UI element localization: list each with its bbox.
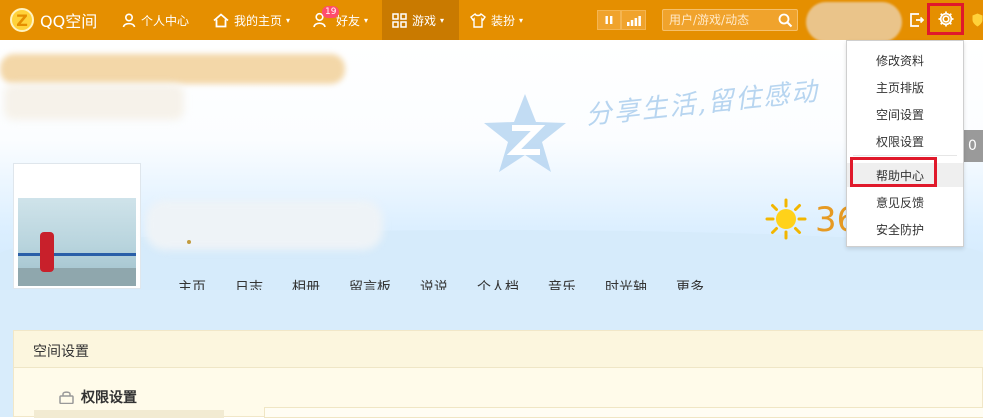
settings-dropdown-menu: 修改资料 主页排版 空间设置 权限设置 帮助中心 意见反馈 安全防护 xyxy=(846,40,964,247)
signal-button[interactable] xyxy=(621,10,646,30)
panel-title: 空间设置 xyxy=(33,344,89,360)
nav-friends-label: 好友 xyxy=(336,13,361,28)
photo-rail xyxy=(18,253,136,256)
search-input[interactable] xyxy=(667,12,775,28)
permission-settings-label: 权限设置 xyxy=(81,390,137,406)
help-center-highlight xyxy=(850,157,937,187)
qzone-logo-icon: Z xyxy=(10,8,34,32)
side-counter-tab[interactable]: 0 xyxy=(962,130,983,162)
status-dot xyxy=(187,240,191,244)
photo-ground xyxy=(18,268,136,286)
nav-dressup[interactable]: 装扮 ▾ xyxy=(470,0,523,40)
menu-item-space-settings[interactable]: 空间设置 xyxy=(847,102,963,126)
tab-home[interactable]: 主页 xyxy=(178,277,206,290)
nav-my-homepage[interactable]: 我的主页 ▾ xyxy=(213,0,290,40)
profile-photo xyxy=(18,198,136,286)
tab-album[interactable]: 相册 xyxy=(292,277,320,290)
nav-dressup-label: 装扮 xyxy=(491,13,516,28)
nav-games-label: 游戏 xyxy=(412,13,437,28)
chevron-down-icon: ▾ xyxy=(364,15,369,25)
banner-slogan: 分享生活,留住感动 xyxy=(584,76,821,132)
nav-games[interactable]: 游戏 ▾ xyxy=(382,0,459,40)
home-icon xyxy=(213,12,229,28)
pause-icon xyxy=(605,16,613,24)
grid-icon xyxy=(392,12,407,28)
search-icon[interactable] xyxy=(778,13,793,32)
signal-bars-icon xyxy=(626,15,641,26)
sun-weather-icon xyxy=(765,198,807,244)
gear-icon xyxy=(938,11,953,27)
user-avatar[interactable] xyxy=(806,2,902,42)
blurred-header-subtext xyxy=(4,84,184,120)
menu-divider xyxy=(853,155,957,156)
search-box xyxy=(662,9,798,31)
main-content: 空间设置 权限设置 xyxy=(0,290,983,418)
shield-icon[interactable] xyxy=(972,12,983,31)
logout-icon[interactable] xyxy=(910,12,925,31)
qzone-logo-text: QQ空间 xyxy=(40,12,98,31)
nav-my-homepage-label: 我的主页 xyxy=(234,13,283,28)
settings-button[interactable] xyxy=(927,3,964,35)
menu-item-homepage-layout[interactable]: 主页排版 xyxy=(847,75,963,99)
tab-more[interactable]: 更多 xyxy=(676,277,704,290)
chevron-down-icon: ▾ xyxy=(286,15,291,25)
tab-music[interactable]: 音乐 xyxy=(548,277,576,290)
profile-tabs: 主页 日志 相册 留言板 说说 个人档 音乐 时光轴 更多 xyxy=(178,277,733,290)
settings-detail-panel xyxy=(264,407,983,418)
chevron-down-icon: ▾ xyxy=(519,15,524,25)
blurred-username xyxy=(145,200,383,250)
qzone-logo[interactable]: Z QQ空间 xyxy=(10,7,97,33)
tab-message-board[interactable]: 留言板 xyxy=(349,277,391,290)
tab-timeline[interactable]: 时光轴 xyxy=(605,277,647,290)
pause-button[interactable] xyxy=(597,10,621,30)
tab-shuoshuo[interactable]: 说说 xyxy=(420,277,448,290)
photo-person xyxy=(40,232,54,272)
panel-header: 空间设置 xyxy=(14,331,983,368)
nav-friends[interactable]: 19 好友 ▾ xyxy=(313,0,368,40)
nav-personal-center-label: 个人中心 xyxy=(141,13,190,28)
space-settings-panel: 空间设置 权限设置 xyxy=(13,330,983,418)
friends-notification-badge: 19 xyxy=(322,6,340,18)
blurred-header-text xyxy=(0,54,345,84)
profile-banner: 分享生活,留住感动 36 0 主页 日志 相册 留言板 说说 个人档 音乐 时光… xyxy=(0,40,983,290)
chevron-down-icon: ▾ xyxy=(440,15,445,25)
menu-item-edit-profile[interactable]: 修改资料 xyxy=(847,48,963,72)
lock-icon xyxy=(59,390,74,404)
menu-item-permission-settings[interactable]: 权限设置 xyxy=(847,129,963,153)
tab-profile[interactable]: 个人档 xyxy=(477,277,519,290)
profile-photo-card[interactable] xyxy=(13,163,141,289)
top-navigation-bar: Z QQ空间 个人中心 我的主页 ▾ 19 好友 ▾ 游戏 ▾ 装扮 ▾ 用户/… xyxy=(0,0,983,42)
person-icon xyxy=(122,12,136,28)
menu-item-feedback[interactable]: 意见反馈 xyxy=(847,190,963,214)
shirt-icon xyxy=(470,12,486,28)
menu-item-security[interactable]: 安全防护 xyxy=(847,217,963,241)
nav-personal-center[interactable]: 个人中心 xyxy=(122,0,189,40)
tab-blog[interactable]: 日志 xyxy=(235,277,263,290)
permission-settings-section[interactable]: 权限设置 xyxy=(59,387,137,407)
qzone-star-logo-icon xyxy=(480,90,570,184)
